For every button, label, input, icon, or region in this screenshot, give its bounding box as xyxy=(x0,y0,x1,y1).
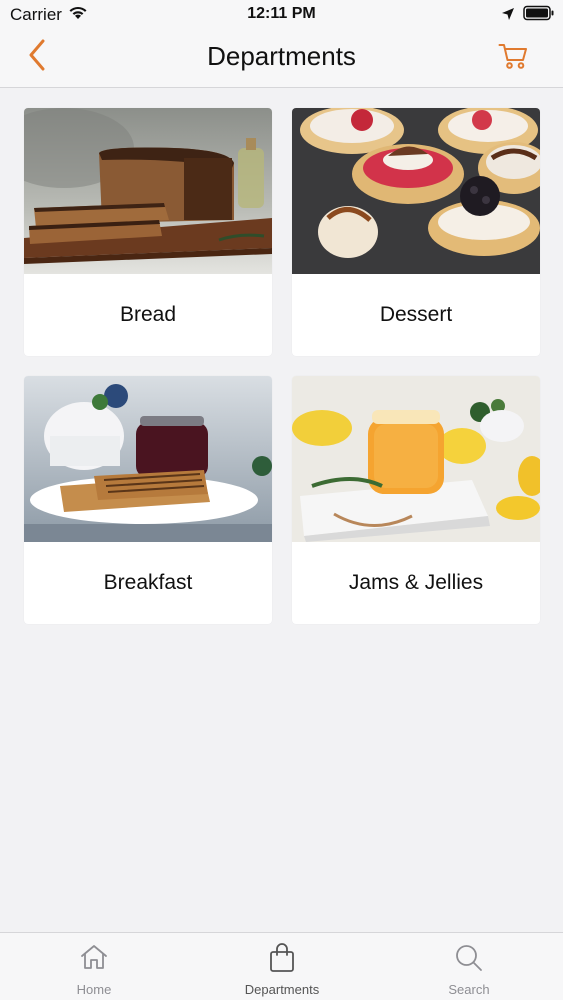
tab-departments[interactable]: Departments xyxy=(188,933,376,1000)
tab-label: Search xyxy=(448,982,490,997)
department-label: Bread xyxy=(119,303,177,326)
department-card-dessert[interactable]: Dessert xyxy=(292,108,540,356)
home-icon xyxy=(0,943,188,975)
department-card-breakfast[interactable]: Breakfast xyxy=(24,376,272,624)
battery-icon xyxy=(523,5,555,26)
tab-search[interactable]: Search xyxy=(375,933,563,1000)
status-right-group xyxy=(501,5,555,26)
department-label: Jams & Jellies xyxy=(348,571,484,594)
location-arrow-icon xyxy=(501,6,515,26)
status-bar: Carrier 12:11 PM xyxy=(0,0,563,30)
jam-jar-lemons-photo xyxy=(292,376,540,542)
shopping-bag-icon xyxy=(188,943,376,975)
department-card-jams-jellies[interactable]: Jams & Jellies xyxy=(292,376,540,624)
tab-bar: Home Departments Search xyxy=(0,932,563,1000)
cart-icon xyxy=(498,42,528,75)
department-card-bread[interactable]: Bread xyxy=(24,108,272,356)
cart-button[interactable] xyxy=(495,40,531,76)
tab-label: Departments xyxy=(244,982,320,997)
clock: 12:11 PM xyxy=(247,5,316,22)
dessert-tarts-photo xyxy=(292,108,540,274)
tab-home[interactable]: Home xyxy=(0,933,188,1000)
navigation-bar: Departments xyxy=(0,30,563,88)
search-icon xyxy=(375,943,563,975)
breakfast-toast-jam-photo xyxy=(24,376,272,542)
department-label: Breakfast xyxy=(103,571,193,594)
department-label: Dessert xyxy=(379,303,453,326)
page-title: Departments xyxy=(207,41,356,71)
tab-label: Home xyxy=(76,982,112,997)
bread-photo xyxy=(24,108,272,274)
